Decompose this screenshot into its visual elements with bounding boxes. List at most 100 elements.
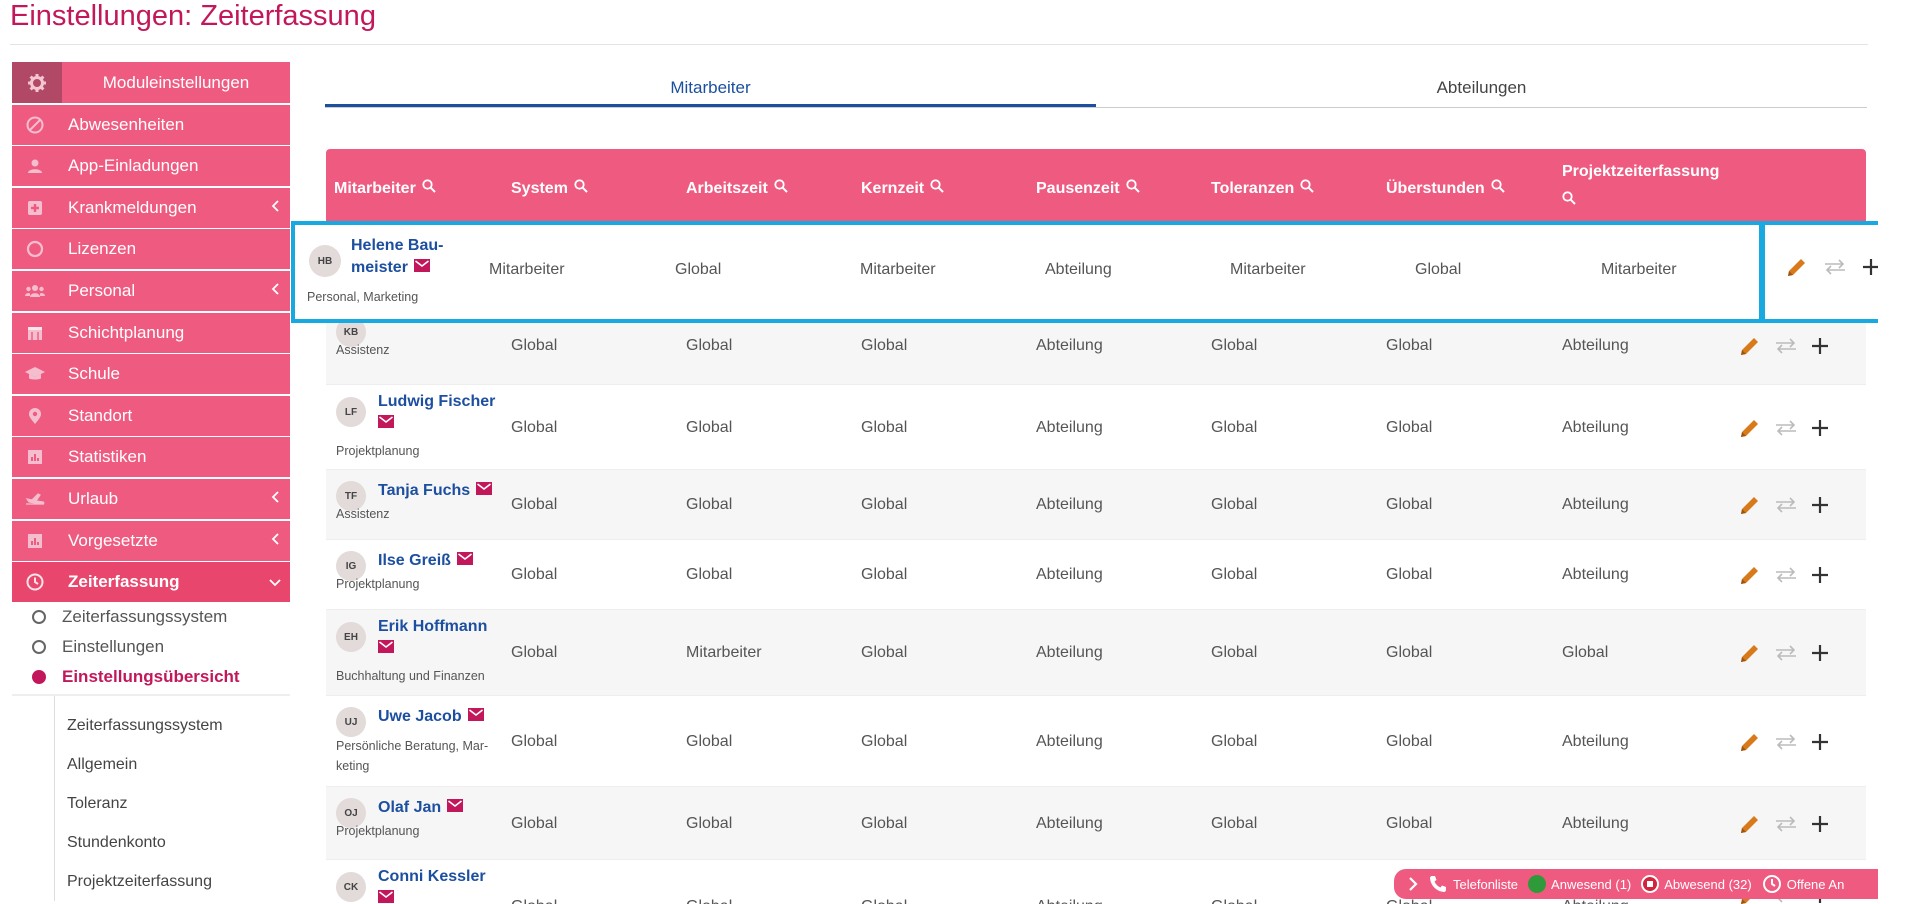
edit-pencil-icon[interactable]: [1785, 255, 1809, 279]
add-plus-icon[interactable]: [1810, 814, 1830, 834]
employee-name-link[interactable]: Erik Hoffmann: [378, 616, 487, 660]
column-header-pausenzeit[interactable]: Pausenzeit: [1036, 179, 1140, 198]
table-row-highlighted[interactable]: HB Helene Bau-meister Personal, Marketing M…: [291, 221, 1920, 323]
nested-item-allgemein[interactable]: Allgemein: [55, 745, 290, 784]
swap-arrows-icon[interactable]: [1823, 258, 1847, 276]
edit-pencil-icon[interactable]: [1738, 812, 1762, 836]
table-row[interactable]: OJ Olaf Jan Projektplanung Global Global Glob…: [326, 787, 1866, 860]
search-icon[interactable]: [422, 179, 436, 198]
mail-icon[interactable]: [467, 706, 484, 728]
table-row[interactable]: UJ Uwe Jacob Persönliche Beratung, Mar-ket…: [326, 696, 1866, 787]
column-header-system[interactable]: System: [511, 179, 588, 198]
table-row[interactable]: IG Ilse Greiß Projektplanung Global Global Gl…: [326, 540, 1866, 610]
sidebar-item-statistiken[interactable]: Statistiken: [12, 437, 290, 478]
edit-pencil-icon[interactable]: [1738, 493, 1762, 517]
search-icon[interactable]: [1491, 179, 1505, 198]
employee-name-link[interactable]: Helene Bau-meister: [351, 235, 443, 279]
mail-icon[interactable]: [378, 888, 394, 904]
add-plus-icon[interactable]: [1810, 732, 1830, 752]
sidebar-item-schule[interactable]: Schule: [12, 354, 290, 395]
users-icon: [12, 281, 58, 301]
open-requests-button[interactable]: Offene An: [1762, 874, 1844, 894]
sidebar-item-zeiterfassung[interactable]: Zeiterfassung: [12, 562, 290, 603]
swap-arrows-icon[interactable]: [1774, 566, 1798, 584]
expand-statusbar-button[interactable]: [1408, 877, 1418, 891]
edit-pencil-icon[interactable]: [1738, 416, 1762, 440]
absent-button[interactable]: Abwesend (32): [1641, 875, 1752, 893]
tab-mitarbeiter[interactable]: Mitarbeiter: [325, 70, 1096, 107]
mail-icon[interactable]: [456, 550, 473, 572]
submenu-item-zeiterfassungssystem[interactable]: Zeiterfassungssystem: [12, 602, 290, 632]
cell-system: Global: [511, 815, 558, 832]
search-icon[interactable]: [1562, 191, 1576, 210]
search-icon[interactable]: [774, 179, 788, 198]
column-header-toleranzen[interactable]: Toleranzen: [1211, 179, 1314, 198]
add-plus-icon[interactable]: [1810, 336, 1830, 356]
row-actions: [1738, 416, 1830, 440]
edit-pencil-icon[interactable]: [1738, 563, 1762, 587]
mail-icon[interactable]: [476, 480, 493, 502]
swap-arrows-icon[interactable]: [1774, 419, 1798, 437]
employee-name-link[interactable]: Uwe Jacob: [378, 706, 484, 728]
table-row[interactable]: TF Tanja Fuchs Assistenz Global Global Global…: [326, 470, 1866, 540]
swap-arrows-icon[interactable]: [1774, 644, 1798, 662]
cell-kernzeit: Global: [861, 337, 908, 354]
employee-name-link[interactable]: Tanja Fuchs: [378, 480, 493, 502]
row-actions: [1738, 730, 1830, 754]
column-header-projektzeiterfassung[interactable]: Projektzeiterfassung: [1562, 163, 1719, 210]
search-icon[interactable]: [930, 179, 944, 198]
add-plus-icon[interactable]: [1810, 418, 1830, 438]
swap-arrows-icon[interactable]: [1774, 337, 1798, 355]
sidebar-item-app-einladungen[interactable]: App-Einladungen: [12, 146, 290, 187]
sidebar-item-lizenzen[interactable]: Lizenzen: [12, 229, 290, 270]
table-row[interactable]: LF Ludwig Fischer Projektplanung Global Glob…: [326, 385, 1866, 470]
column-header-kernzeit[interactable]: Kernzeit: [861, 179, 944, 198]
sidebar-item-abwesenheiten[interactable]: Abwesenheiten: [12, 104, 290, 145]
employee-name-link[interactable]: Olaf Jan: [378, 797, 464, 819]
mail-icon[interactable]: [378, 638, 394, 660]
cell-projektzeiterfassung: Abteilung: [1562, 566, 1629, 583]
employee-name-link[interactable]: Conni Kessler: [378, 866, 486, 904]
nested-item-stundenkonto[interactable]: Stundenkonto: [55, 823, 290, 862]
tab-abteilungen[interactable]: Abteilungen: [1096, 70, 1867, 107]
edit-pencil-icon[interactable]: [1738, 334, 1762, 358]
nested-item-toleranz[interactable]: Toleranz: [55, 784, 290, 823]
add-plus-icon[interactable]: [1810, 495, 1830, 515]
edit-pencil-icon[interactable]: [1738, 730, 1762, 754]
sidebar-item-schichtplanung[interactable]: Schichtplanung: [12, 312, 290, 353]
nested-item-zeiterfassungssystem[interactable]: Zeiterfassungssystem: [55, 706, 290, 745]
search-icon[interactable]: [574, 179, 588, 198]
swap-arrows-icon[interactable]: [1774, 733, 1798, 751]
row-actions: [1738, 334, 1830, 358]
add-plus-icon[interactable]: [1810, 565, 1830, 585]
sidebar-item-standort[interactable]: Standort: [12, 395, 290, 436]
mail-icon[interactable]: [413, 257, 430, 279]
user-icon: [12, 156, 58, 176]
column-header-ueberstunden[interactable]: Überstunden: [1386, 179, 1505, 198]
table-row[interactable]: EH Erik Hoffmann Buchhaltung und Finanzen G…: [326, 610, 1866, 696]
swap-arrows-icon[interactable]: [1774, 815, 1798, 833]
swap-arrows-icon[interactable]: [1774, 496, 1798, 514]
sidebar-item-personal[interactable]: Personal: [12, 270, 290, 311]
sidebar-item-krankmeldungen[interactable]: Krankmeldungen: [12, 187, 290, 228]
sidebar-item-label: Krankmeldungen: [68, 197, 197, 217]
sidebar-header[interactable]: Moduleinstellungen: [12, 62, 290, 103]
employee-name-link[interactable]: Ilse Greiß: [378, 550, 473, 572]
sidebar-item-urlaub[interactable]: Urlaub: [12, 478, 290, 519]
column-header-arbeitszeit[interactable]: Arbeitszeit: [686, 179, 788, 198]
cell-arbeitszeit: Global: [686, 566, 733, 583]
present-button[interactable]: Anwesend (1): [1528, 875, 1631, 893]
search-icon[interactable]: [1125, 179, 1140, 198]
sidebar-item-vorgesetzte[interactable]: Vorgesetzte: [12, 520, 290, 561]
column-header-mitarbeiter[interactable]: Mitarbeiter: [334, 179, 436, 198]
submenu-item-einstellungen[interactable]: Einstellungen: [12, 632, 290, 662]
search-icon[interactable]: [1300, 179, 1314, 198]
employee-name-link[interactable]: Ludwig Fischer: [378, 391, 495, 435]
edit-pencil-icon[interactable]: [1738, 641, 1762, 665]
mail-icon[interactable]: [378, 413, 394, 435]
add-plus-icon[interactable]: [1810, 643, 1830, 663]
submenu-item-einstellungsuebersicht[interactable]: Einstellungsübersicht: [12, 662, 290, 692]
mail-icon[interactable]: [447, 797, 464, 819]
nested-item-projektzeiterfassung[interactable]: Projektzeiterfassung: [55, 862, 290, 901]
phone-list-button[interactable]: Telefonliste: [1428, 874, 1518, 894]
